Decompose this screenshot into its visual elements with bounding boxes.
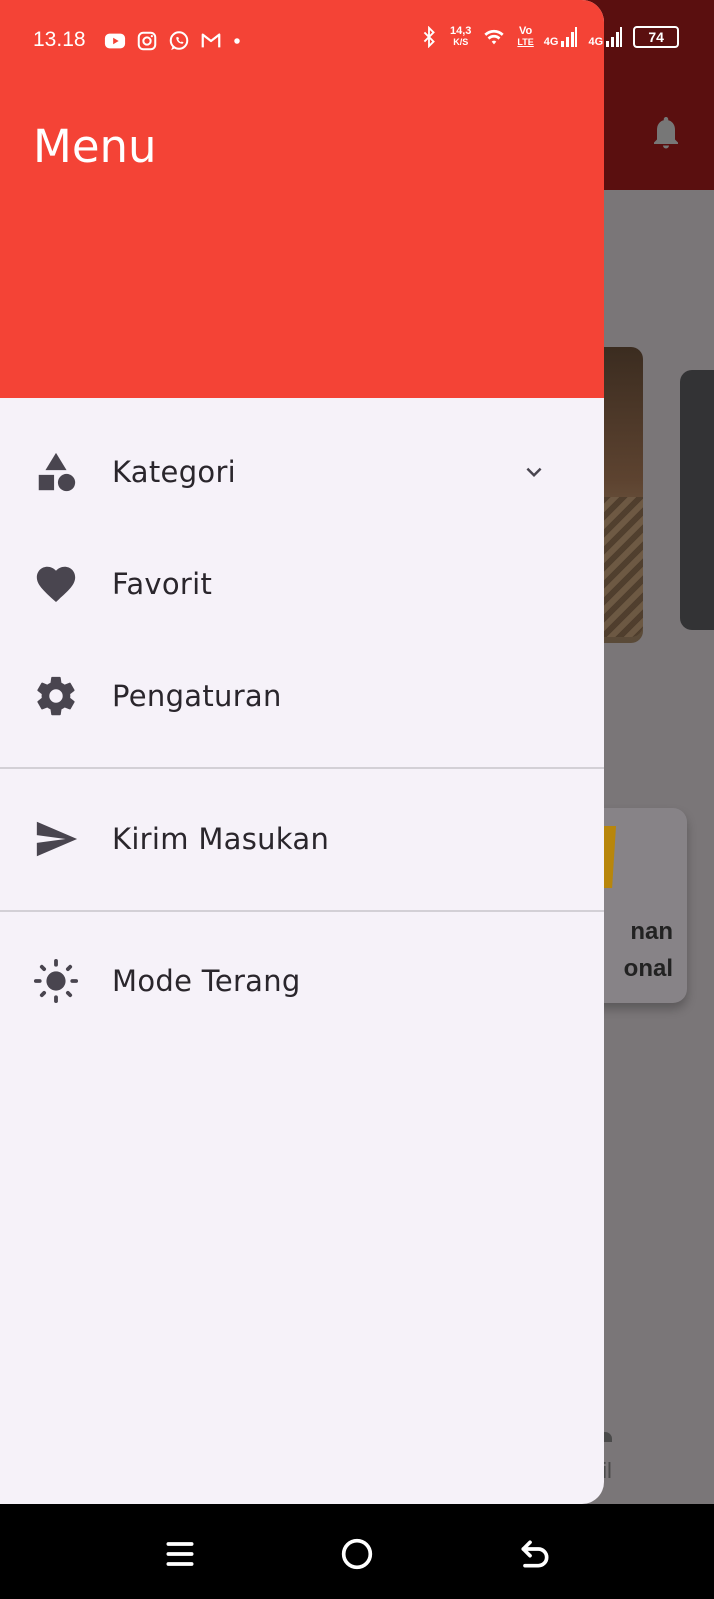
recents-icon[interactable] — [160, 1534, 200, 1574]
background-food-image-2 — [680, 370, 714, 630]
drawer-item-pengaturan[interactable]: Pengaturan — [0, 641, 604, 751]
chevron-down-icon[interactable] — [519, 457, 549, 487]
drawer-item-kategori[interactable]: Kategori — [0, 417, 604, 527]
whatsapp-icon — [169, 31, 189, 51]
volte-bottom: LTE — [517, 37, 534, 47]
youtube-icon — [104, 33, 126, 49]
bell-icon[interactable] — [648, 114, 684, 156]
drawer-item-favorit[interactable]: Favorit — [0, 529, 604, 639]
drawer-item-kirim-masukan[interactable]: Kirim Masukan — [0, 784, 604, 894]
network-speed-unit: K/S — [453, 37, 469, 47]
sim1-signal: 4G — [544, 26, 579, 48]
drawer-header: Menu — [0, 0, 604, 398]
status-bar: 13.18 14,3 K/S Vo LTE 4G 4G 74 — [0, 22, 714, 58]
heart-icon — [36, 566, 76, 603]
volte-indicator: Vo LTE — [517, 26, 533, 48]
network-speed: 14,3 K/S — [450, 26, 471, 48]
sim1-type: 4G — [543, 36, 559, 48]
drawer-item-label: Pengaturan — [112, 679, 282, 713]
home-icon[interactable] — [337, 1534, 377, 1574]
gear-icon — [37, 676, 75, 716]
instagram-icon — [137, 31, 157, 51]
drawer-divider — [0, 767, 604, 769]
card-label-line2: onal — [623, 955, 673, 982]
drawer-item-label: Mode Terang — [112, 964, 301, 998]
signal-icon — [606, 27, 623, 47]
signal-icon — [561, 27, 578, 47]
back-icon[interactable] — [515, 1534, 555, 1574]
drawer-item-label: Kategori — [112, 455, 237, 489]
volte-top: Vo — [518, 25, 533, 37]
drawer-item-label: Kirim Masukan — [112, 822, 330, 856]
dot-icon — [234, 38, 240, 44]
drawer-divider — [0, 910, 604, 912]
gmail-icon — [201, 33, 221, 48]
battery-icon: 74 — [633, 26, 680, 48]
send-icon — [36, 821, 78, 857]
drawer-item-mode-terang[interactable]: Mode Terang — [0, 926, 604, 1036]
status-time: 13.18 — [33, 28, 86, 51]
drawer-item-label: Favorit — [112, 567, 213, 601]
sim2-type: 4G — [588, 36, 604, 48]
shapes-icon — [38, 452, 76, 492]
navigation-drawer: Menu Kategori Favorit Pengaturan Kirim M… — [0, 0, 604, 1504]
sun-icon — [33, 958, 79, 1004]
network-speed-value: 14,3 — [450, 25, 472, 37]
wifi-icon — [484, 29, 505, 45]
sim2-signal: 4G — [588, 26, 623, 48]
card-label-line1: nan — [630, 918, 673, 945]
drawer-title: Menu — [33, 120, 157, 173]
system-nav-bar — [0, 1504, 714, 1599]
bluetooth-icon — [423, 26, 435, 48]
